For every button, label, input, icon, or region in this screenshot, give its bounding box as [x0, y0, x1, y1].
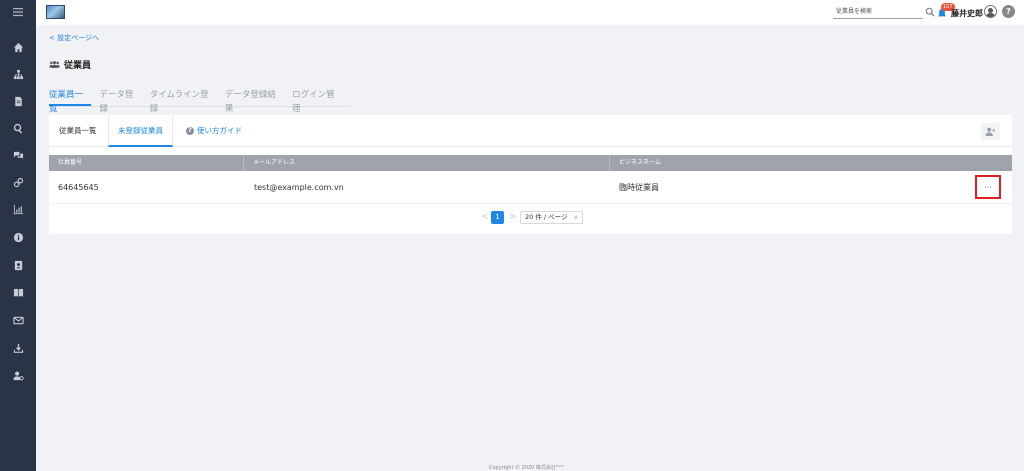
page-number-current[interactable]: 1	[491, 211, 504, 224]
home-icon[interactable]	[0, 37, 36, 57]
book-icon[interactable]	[0, 282, 36, 302]
page-title: 従業員	[49, 58, 91, 71]
chevron-down-icon: ∨	[573, 214, 578, 221]
row-more-actions-button[interactable]: ···	[975, 175, 1001, 199]
document-icon[interactable]	[0, 91, 36, 111]
tab-registration-results[interactable]: データ登録結果	[225, 86, 284, 114]
page-size-value: 20 件 / ページ	[525, 213, 568, 221]
usage-guide-link[interactable]: ? 使い方ガイド	[186, 115, 242, 147]
add-user-icon	[985, 127, 996, 136]
sub-tabs: 従業員一覧 未登録従業員 ? 使い方ガイド	[49, 115, 1012, 147]
table-header: 社員番号 メールアドレス ビジネスネーム	[49, 155, 1012, 171]
chat-icon[interactable]	[0, 145, 36, 165]
usage-guide-label: 使い方ガイド	[197, 126, 242, 135]
main-tabs: 従業員一覧 データ登録 タイムライン登録 データ登録結果 ログイン管理	[49, 86, 351, 114]
back-to-settings-link[interactable]: < 設定ページへ	[49, 33, 99, 43]
search-icon[interactable]	[0, 118, 36, 138]
column-email[interactable]: メールアドレス	[243, 155, 609, 171]
company-logo[interactable]	[46, 5, 65, 19]
tab-login-management[interactable]: ログイン管理	[292, 86, 343, 114]
footer-copyright: Copyright © 2020 株式会社ᴾᴬᵀᴬ	[489, 465, 565, 471]
next-page-button[interactable]: >	[509, 212, 517, 222]
subtab-employee-list[interactable]: 従業員一覧	[59, 115, 97, 147]
mail-icon[interactable]	[0, 310, 36, 330]
previous-page-button[interactable]: <	[481, 212, 489, 222]
page-size-select[interactable]: 20 件 / ページ ∨	[520, 211, 583, 224]
employee-search-input[interactable]: 従業員を検索	[833, 6, 923, 19]
column-business-name[interactable]: ビジネスネーム	[609, 155, 929, 171]
page-title-text: 従業員	[64, 61, 92, 71]
contacts-icon[interactable]	[0, 255, 36, 275]
column-employee-no[interactable]: 社員番号	[49, 155, 243, 171]
employees-icon	[49, 61, 60, 69]
question-icon: ?	[186, 127, 194, 135]
org-chart-icon[interactable]	[0, 64, 36, 84]
subtab-unregistered[interactable]: 未登録従業員	[108, 115, 173, 147]
search-icon[interactable]	[925, 7, 935, 17]
help-icon[interactable]: ?	[1002, 5, 1015, 18]
cell-business-name: 臨時従業員	[619, 183, 659, 192]
tab-timeline-registration[interactable]: タイムライン登録	[150, 86, 217, 114]
tab-employee-list[interactable]: 従業員一覧	[49, 86, 92, 114]
cell-employee-no: 64645645	[58, 183, 99, 192]
avatar[interactable]	[984, 5, 997, 18]
chart-icon[interactable]	[0, 199, 36, 219]
table-row[interactable]: 64645645 test@example.com.vn 臨時従業員 ···	[49, 171, 1012, 204]
cell-email: test@example.com.vn	[254, 183, 344, 192]
user-name[interactable]: 藤井史郎	[951, 8, 983, 19]
add-user-button[interactable]	[981, 123, 1000, 140]
menu-icon[interactable]	[0, 2, 36, 22]
user-settings-icon[interactable]	[0, 365, 36, 385]
link-icon[interactable]	[0, 172, 36, 192]
info-icon[interactable]	[0, 227, 36, 247]
tab-data-registration[interactable]: データ登録	[99, 86, 141, 114]
sidebar	[0, 0, 36, 471]
download-icon[interactable]	[0, 338, 36, 358]
pagination: < 1 > 20 件 / ページ ∨	[49, 211, 1012, 225]
employee-card: 従業員一覧 未登録従業員 ? 使い方ガイド 社員番号 メールアドレス ビジネスネ…	[49, 115, 1012, 234]
top-header: 従業員を検索 107 藤井史郎 ?	[36, 0, 1024, 25]
